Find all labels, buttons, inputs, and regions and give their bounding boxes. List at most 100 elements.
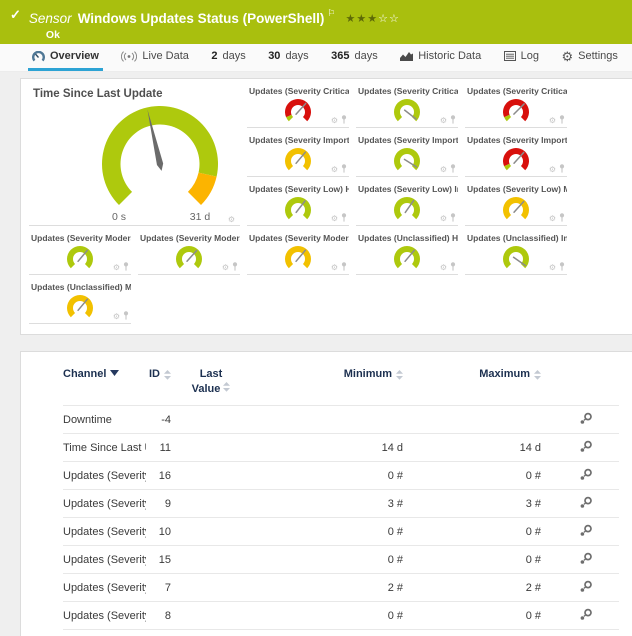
column-header-content: Maximum [403,368,541,380]
tab-365-days[interactable]: 365days [327,44,382,71]
small-gauge-panel[interactable]: Updates (Unclassified) Hidden⚙ [356,232,458,275]
channel-name: Time Since Last Update [63,434,146,462]
edit-channel-icon[interactable] [579,580,593,593]
gear-icon[interactable]: ⚙ [222,264,229,272]
channel-table-card: ChannelIDLast Value MinimumMaximum Downt… [20,351,632,636]
small-gauge-actions: ⚙ [440,262,456,273]
cell-maximum [403,406,541,434]
small-gauge-panel[interactable]: Updates (Severity Moderate) ...⚙ [247,232,349,275]
pin-icon-wrap[interactable] [559,115,565,126]
column-header-channel[interactable]: Channel [63,366,146,406]
edit-channel-icon[interactable] [579,468,593,481]
pin-icon-wrap[interactable] [341,164,347,175]
tab-log[interactable]: Log [500,44,543,71]
sort-both-icon [534,370,541,380]
pin-icon [450,164,456,173]
column-header-minimum[interactable]: Minimum [251,366,403,406]
gear-icon[interactable]: ⚙ [228,216,235,224]
pin-icon-wrap[interactable] [450,262,456,273]
edit-channel-cell [541,602,619,630]
gear-icon[interactable]: ⚙ [440,117,447,125]
gear-icon[interactable]: ⚙ [549,215,556,223]
star-filled-icon[interactable]: ★ [356,13,367,25]
pin-icon-wrap[interactable] [232,262,238,273]
edit-channel-icon[interactable] [579,552,593,565]
pin-icon-wrap[interactable] [559,262,565,273]
tab-live-data[interactable]: Live Data [117,44,192,71]
priority-stars[interactable]: ★★★☆☆ [345,13,399,25]
star-filled-icon[interactable]: ★ [345,13,356,25]
tab-30-days[interactable]: 30days [264,44,313,71]
small-gauge-panel[interactable]: Updates (Severity Low) Hidden⚙ [247,183,349,226]
gear-icon[interactable]: ⚙ [549,264,556,272]
tab-label: Settings [578,50,618,62]
edit-channel-icon[interactable] [579,440,593,453]
small-gauge-panel[interactable]: Updates (Severity Low) Install... ⚙ [356,183,458,226]
small-gauge-panel[interactable]: Updates (Severity Critical) Mi...⚙ [465,85,567,128]
channel-name: Updates (Severity Impo... [63,574,146,602]
pin-icon-wrap[interactable] [559,164,565,175]
column-header-id[interactable]: ID [146,366,171,406]
flag-icon[interactable]: ⚐ [327,8,335,18]
small-gauge-panel[interactable]: Updates (Severity Moderate) ...⚙ [29,232,131,275]
gear-icon[interactable]: ⚙ [331,117,338,125]
gear-icon[interactable]: ⚙ [331,215,338,223]
edit-channel-icon[interactable] [579,496,593,509]
small-gauge-panel[interactable]: Updates (Unclassified) Missing⚙ [29,281,131,324]
pin-icon-wrap[interactable] [450,213,456,224]
small-gauge-panel[interactable]: Updates (Severity Low) Missi...⚙ [465,183,567,226]
small-gauge-label: Updates (Severity Low) Install... [356,184,458,194]
pin-icon-wrap[interactable] [123,311,129,322]
pin-icon [450,213,456,222]
pin-icon-wrap[interactable] [450,164,456,175]
sensor-title-line: SensorWindows Updates Status (PowerShell… [29,4,622,28]
small-gauge-panel[interactable]: Updates (Severity Critical) Ins... ⚙ [356,85,458,128]
column-label: ID [149,368,160,380]
small-gauge-panel[interactable]: Updates (Severity Critical) Hi...⚙ [247,85,349,128]
star-empty-icon[interactable]: ☆ [378,13,389,25]
table-row: Updates (Severity Impo...72 #2 # [63,574,619,602]
edit-channel-cell [541,546,619,574]
small-gauge-panel[interactable]: Updates (Severity Important) ...⚙ [247,134,349,177]
gear-icon[interactable]: ⚙ [440,166,447,174]
gear-icon[interactable]: ⚙ [549,166,556,174]
tab-settings[interactable]: ⚙Settings [558,44,622,71]
pin-icon-wrap[interactable] [341,262,347,273]
channel-name: Updates (Severity Impo... [63,546,146,574]
pin-icon-wrap[interactable] [123,262,129,273]
small-gauge-panel[interactable]: Updates (Severity Important) ...⚙ [465,134,567,177]
tab-2-days[interactable]: 2days [207,44,249,71]
tab-label: days [285,50,308,62]
tab-overview[interactable]: Overview [28,44,103,71]
cell-id: 13 [146,630,171,636]
gear-icon[interactable]: ⚙ [440,215,447,223]
pin-icon-wrap[interactable] [341,115,347,126]
gauge-grid: Time Since Last Update 0 s31 d ⚙ Updates… [21,79,632,330]
pin-icon-wrap[interactable] [341,213,347,224]
gear-icon[interactable]: ⚙ [331,166,338,174]
pin-icon-wrap[interactable] [450,115,456,126]
gear-icon[interactable]: ⚙ [113,313,120,321]
star-filled-icon[interactable]: ★ [367,13,378,25]
edit-channel-icon[interactable] [579,524,593,537]
gear-icon[interactable]: ⚙ [331,264,338,272]
gear-icon[interactable]: ⚙ [440,264,447,272]
sensor-header: ✓ SensorWindows Updates Status (PowerShe… [0,0,632,44]
gear-icon[interactable]: ⚙ [549,117,556,125]
channel-name: Updates (Severity Impo... [63,602,146,630]
small-gauge-label: Updates (Severity Critical) Ins... [356,86,458,96]
small-gauge-panel[interactable]: Updates (Severity Important) ...⚙ [356,134,458,177]
small-gauge-actions: ⚙ [113,311,129,322]
star-empty-icon[interactable]: ☆ [389,13,400,25]
small-gauge-panel[interactable]: Updates (Unclassified) Install...⚙ [465,232,567,275]
chart-icon [400,51,413,61]
edit-channel-icon[interactable] [579,608,593,621]
gear-icon[interactable]: ⚙ [113,264,120,272]
pin-icon-wrap[interactable] [559,213,565,224]
column-header-last_value[interactable]: Last Value [171,366,251,406]
edit-channel-icon[interactable] [579,412,593,425]
main-gauge-panel[interactable]: Time Since Last Update 0 s31 d ⚙ [29,85,240,226]
column-header-maximum[interactable]: Maximum [403,366,541,406]
small-gauge-panel[interactable]: Updates (Severity Moderate) I...⚙ [138,232,240,275]
tab-historic-data[interactable]: Historic Data [396,44,485,71]
